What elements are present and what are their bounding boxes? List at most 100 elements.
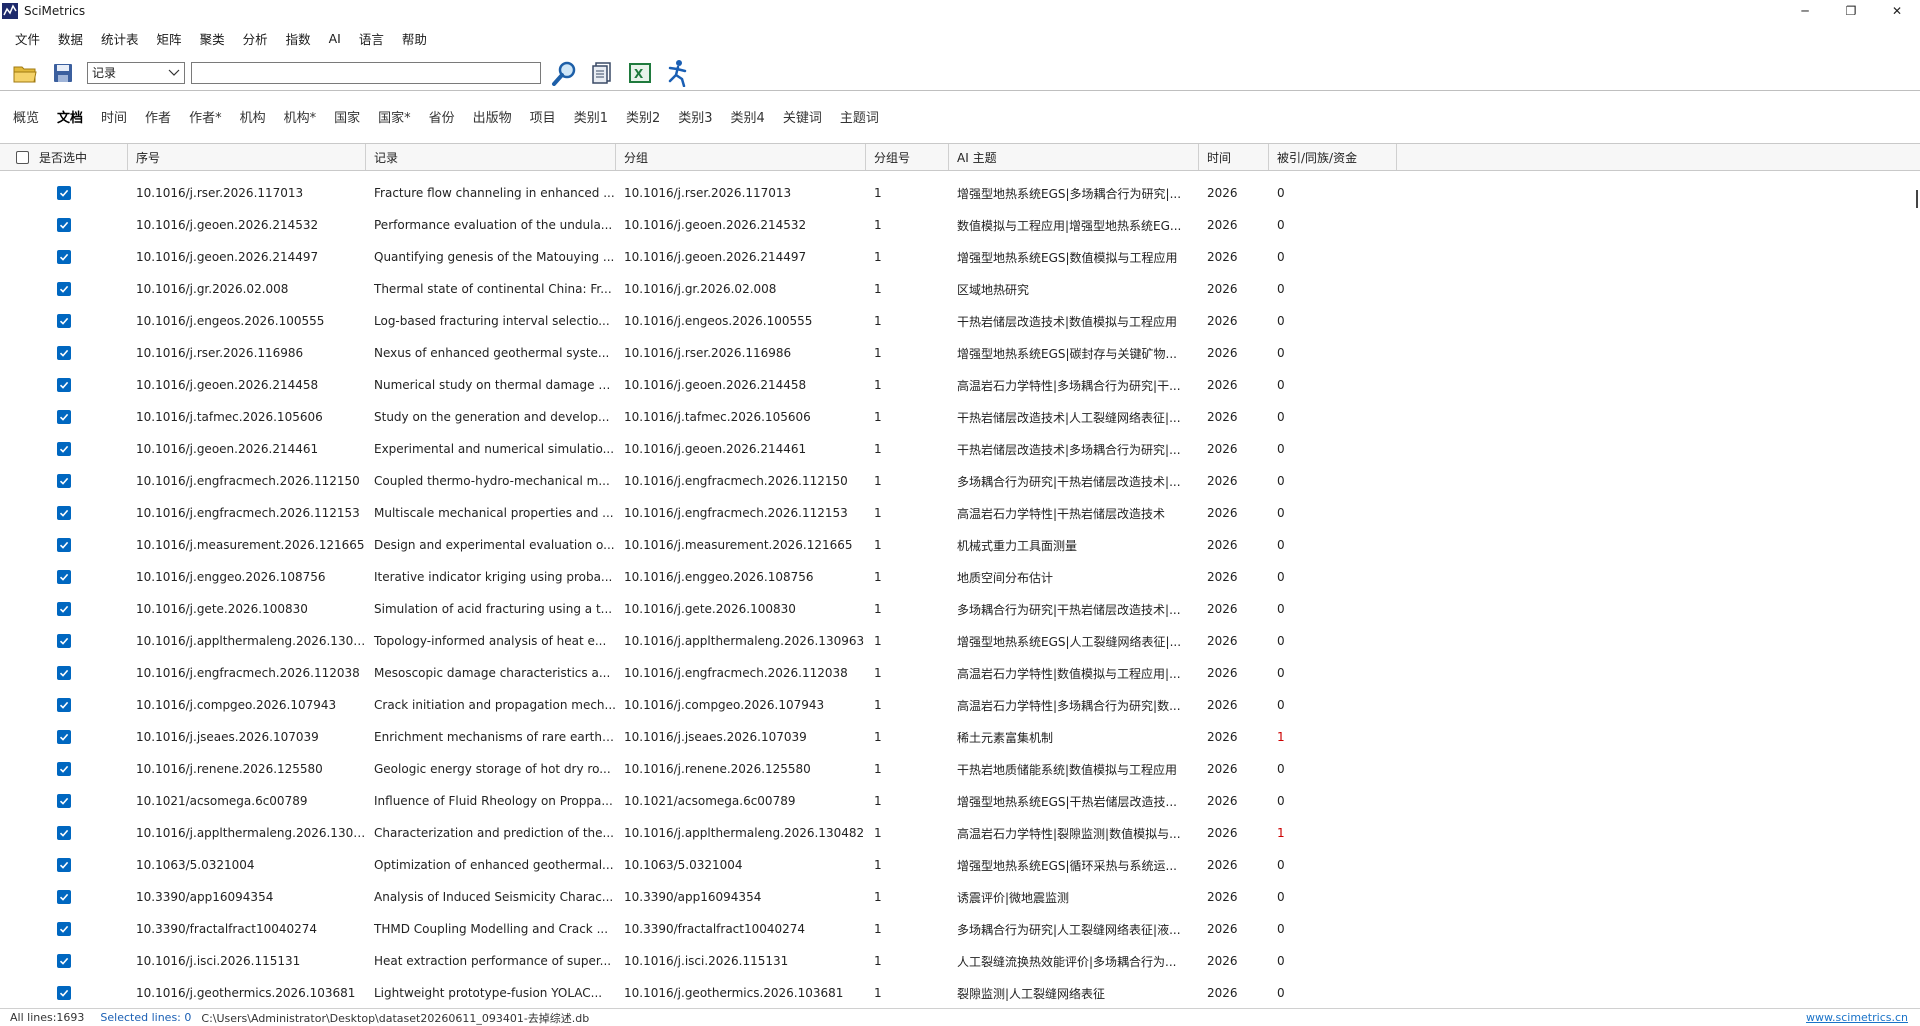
table-row[interactable]: 10.1016/j.engfracmech.2026.112150 Coupled…	[0, 465, 1910, 497]
field-select[interactable]: 记录	[87, 61, 185, 84]
excel-export-icon[interactable]: X	[625, 58, 655, 88]
menu-cluster[interactable]: 聚类	[191, 29, 234, 48]
tab-institution[interactable]: 机构	[231, 107, 275, 126]
maximize-button[interactable]: ❐	[1828, 0, 1874, 22]
table-row[interactable]: 10.1016/j.applthermaleng.2026.130963 Topo…	[0, 625, 1910, 657]
menu-file[interactable]: 文件	[6, 29, 49, 48]
tab-country-star[interactable]: 国家*	[369, 107, 420, 126]
table-row[interactable]: 10.1016/j.engfracmech.2026.112038 Mesosco…	[0, 657, 1910, 689]
table-row[interactable]: 10.1063/5.0321004 Optimization of enhance…	[0, 849, 1910, 881]
column-header-group-no[interactable]: 分组号	[866, 144, 949, 170]
row-checkbox[interactable]	[57, 218, 71, 232]
table-row[interactable]: 10.1021/acsomega.6c00789 Influence of Flu…	[0, 785, 1910, 817]
menu-help[interactable]: 帮助	[393, 29, 436, 48]
table-row[interactable]: 10.3390/fractalfract10040274 THMD Couplin…	[0, 913, 1910, 945]
tab-author-star[interactable]: 作者*	[180, 107, 231, 126]
tab-category4[interactable]: 类别4	[722, 107, 774, 126]
tab-category2[interactable]: 类别2	[617, 107, 669, 126]
row-checkbox[interactable]	[57, 954, 71, 968]
menu-index[interactable]: 指数	[277, 29, 320, 48]
menu-ai[interactable]: AI	[320, 31, 350, 46]
tab-category3[interactable]: 类别3	[669, 107, 721, 126]
table-row[interactable]: 10.1016/j.engfracmech.2026.112153 Multisc…	[0, 497, 1910, 529]
row-checkbox[interactable]	[57, 442, 71, 456]
row-checkbox[interactable]	[57, 282, 71, 296]
row-checkbox[interactable]	[57, 666, 71, 680]
row-checkbox[interactable]	[57, 698, 71, 712]
row-checkbox[interactable]	[57, 474, 71, 488]
row-checkbox[interactable]	[57, 570, 71, 584]
row-checkbox[interactable]	[57, 922, 71, 936]
menu-analysis[interactable]: 分析	[234, 29, 277, 48]
table-row[interactable]: 10.1016/j.geothermics.2026.103681 Lightwe…	[0, 977, 1910, 1009]
table-row[interactable]: 10.1016/j.engeos.2026.100555 Log-based fr…	[0, 305, 1910, 337]
tab-author[interactable]: 作者	[136, 107, 180, 126]
tab-institution-star[interactable]: 机构*	[275, 107, 326, 126]
tab-time[interactable]: 时间	[92, 107, 136, 126]
row-checkbox[interactable]	[57, 602, 71, 616]
row-checkbox[interactable]	[57, 858, 71, 872]
table-row[interactable]: 10.1016/j.compgeo.2026.107943 Crack initi…	[0, 689, 1910, 721]
menu-stat-table[interactable]: 统计表	[92, 29, 148, 48]
column-header-record[interactable]: 记录	[366, 144, 616, 170]
row-checkbox[interactable]	[57, 410, 71, 424]
row-checkbox[interactable]	[57, 762, 71, 776]
minimize-button[interactable]: ─	[1782, 0, 1828, 22]
row-checkbox[interactable]	[57, 378, 71, 392]
run-icon[interactable]	[663, 58, 693, 88]
save-icon[interactable]	[48, 58, 78, 88]
table-row[interactable]: 10.1016/j.geoen.2026.214497 Quantifying g…	[0, 241, 1910, 273]
tab-category1[interactable]: 类别1	[565, 107, 617, 126]
table-row[interactable]: 10.1016/j.applthermaleng.2026.130482 Char…	[0, 817, 1910, 849]
select-all-checkbox[interactable]	[16, 150, 29, 164]
table-row[interactable]: 10.1016/j.gete.2026.100830 Simulation of …	[0, 593, 1910, 625]
row-checkbox[interactable]	[57, 538, 71, 552]
table-row[interactable]: 10.1016/j.isci.2026.115131 Heat extractio…	[0, 945, 1910, 977]
table-row[interactable]: 10.1016/j.jseaes.2026.107039 Enrichment m…	[0, 721, 1910, 753]
table-row[interactable]: 10.1016/j.geoen.2026.214461 Experimental …	[0, 433, 1910, 465]
menu-data[interactable]: 数据	[49, 29, 92, 48]
document-icon[interactable]	[587, 58, 617, 88]
row-checkbox[interactable]	[57, 250, 71, 264]
column-header-seq[interactable]: 序号	[128, 144, 366, 170]
tab-documents[interactable]: 文档	[48, 107, 92, 126]
tab-keywords[interactable]: 关键词	[774, 107, 831, 126]
search-input[interactable]	[191, 61, 541, 84]
row-checkbox[interactable]	[57, 890, 71, 904]
table-row[interactable]: 10.1016/j.gr.2026.02.008 Thermal state of…	[0, 273, 1910, 305]
close-button[interactable]: ✕	[1874, 0, 1920, 22]
vertical-scrollbar[interactable]	[1910, 177, 1918, 1005]
row-checkbox[interactable]	[57, 506, 71, 520]
table-row[interactable]: 10.1016/j.geoen.2026.214532 Performance e…	[0, 209, 1910, 241]
row-checkbox[interactable]	[57, 634, 71, 648]
row-checkbox[interactable]	[57, 730, 71, 744]
tab-province[interactable]: 省份	[420, 107, 464, 126]
column-header-selected[interactable]: 是否选中	[0, 144, 128, 170]
open-folder-icon[interactable]	[10, 58, 40, 88]
table-row[interactable]: 10.1016/j.renene.2026.125580 Geologic ene…	[0, 753, 1910, 785]
column-header-time[interactable]: 时间	[1199, 144, 1269, 170]
row-checkbox[interactable]	[57, 986, 71, 1000]
tab-overview[interactable]: 概览	[4, 107, 48, 126]
search-icon[interactable]	[549, 58, 579, 88]
table-row[interactable]: 10.1016/j.measurement.2026.121665 Design …	[0, 529, 1910, 561]
tab-subject-terms[interactable]: 主题词	[831, 107, 888, 126]
scrollbar-thumb[interactable]	[1916, 190, 1918, 208]
table-row[interactable]: 10.1016/j.tafmec.2026.105606 Study on the…	[0, 401, 1910, 433]
menu-language[interactable]: 语言	[350, 29, 393, 48]
tab-publication[interactable]: 出版物	[464, 107, 521, 126]
row-checkbox[interactable]	[57, 346, 71, 360]
column-header-cited[interactable]: 被引/同族/资金	[1269, 144, 1397, 170]
row-checkbox[interactable]	[57, 794, 71, 808]
table-row[interactable]: 10.1016/j.geoen.2026.214458 Numerical stu…	[0, 369, 1910, 401]
table-row[interactable]: 10.1016/j.rser.2026.117013 Fracture flow …	[0, 177, 1910, 209]
table-row[interactable]: 10.1016/j.rser.2026.116986 Nexus of enhan…	[0, 337, 1910, 369]
website-link[interactable]: www.scimetrics.cn	[1806, 1011, 1908, 1024]
tab-country[interactable]: 国家	[325, 107, 369, 126]
menu-matrix[interactable]: 矩阵	[148, 29, 191, 48]
table-row[interactable]: 10.1016/j.enggeo.2026.108756 Iterative in…	[0, 561, 1910, 593]
table-row[interactable]: 10.3390/app16094354 Analysis of Induced S…	[0, 881, 1910, 913]
column-header-ai-topic[interactable]: AI 主题	[949, 144, 1199, 170]
row-checkbox[interactable]	[57, 314, 71, 328]
tab-project[interactable]: 项目	[521, 107, 565, 126]
